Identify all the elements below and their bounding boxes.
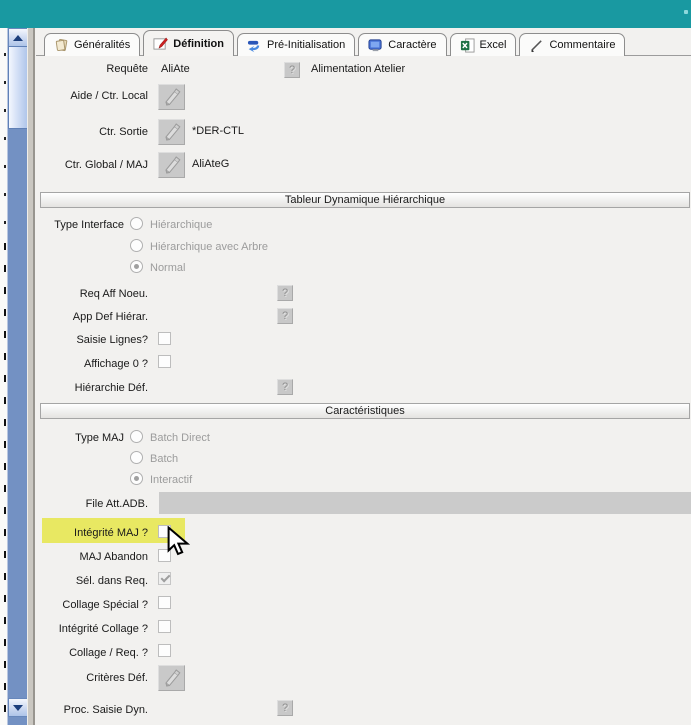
scroll-up-button[interactable] — [8, 28, 28, 47]
tab-label: Caractère — [388, 39, 436, 51]
tab-label: Pré-Initialisation — [267, 39, 345, 51]
monitor-icon — [368, 38, 383, 53]
radio-hierarchique-avec-arbre — [130, 239, 143, 252]
section-header-caracteristiques: Caractéristiques — [40, 403, 690, 419]
saisie-lignes-label: Saisie Lignes? — [8, 334, 148, 346]
scrollbar-thumb[interactable] — [8, 46, 28, 129]
pen-icon — [162, 122, 182, 142]
affichage-0-label: Affichage 0 ? — [8, 358, 148, 370]
aide-ctr-local-button[interactable] — [158, 84, 185, 110]
collage-special-label: Collage Spécial ? — [8, 599, 148, 611]
pen-icon — [162, 87, 182, 107]
pen-icon — [162, 668, 182, 688]
excel-icon — [460, 38, 475, 53]
tab-label: Commentaire — [549, 39, 615, 51]
titlebar-dot — [684, 10, 688, 14]
proc-saisie-dyn-label: Proc. Saisie Dyn. — [8, 704, 148, 716]
ctr-global-maj-value: AliAteG — [192, 158, 229, 170]
radio-normal-label: Normal — [150, 262, 185, 274]
tab-caractere[interactable]: Caractère — [358, 33, 446, 56]
ctr-global-maj-button[interactable] — [158, 152, 185, 178]
title-bar — [0, 0, 691, 28]
sel-dans-req-label: Sél. dans Req. — [8, 575, 148, 587]
tab-pre-initialisation[interactable]: Pré-Initialisation — [237, 33, 355, 56]
section-header-tableur: Tableur Dynamique Hiérarchique — [40, 192, 690, 208]
radio-batch-direct — [130, 430, 143, 443]
req-aff-noeu-label: Req Aff Noeu. — [8, 288, 148, 300]
collage-req-checkbox[interactable] — [158, 644, 171, 657]
ctr-sortie-label: Ctr. Sortie — [8, 126, 148, 138]
dashed-marks — [4, 243, 6, 725]
file-att-adb-label: File Att.ADB. — [8, 498, 148, 510]
tab-label: Généralités — [74, 39, 130, 51]
radio-hierarchique-avec-arbre-label: Hiérarchique avec Arbre — [150, 241, 268, 253]
radio-interactif — [130, 472, 143, 485]
ctr-global-maj-label: Ctr. Global / MAJ — [8, 159, 148, 171]
tab-bar: Généralités Définition Pré-Initialisatio… — [44, 30, 628, 56]
refresh-icon — [247, 38, 262, 53]
type-interface-label: Type Interface — [0, 219, 124, 231]
radio-normal — [130, 260, 143, 273]
maj-abandon-label: MAJ Abandon — [8, 551, 148, 563]
mouse-cursor-icon — [167, 526, 193, 560]
radio-batch-direct-label: Batch Direct — [150, 432, 210, 444]
hierarchie-def-help-button[interactable]: ? — [277, 379, 293, 395]
collage-special-checkbox[interactable] — [158, 596, 171, 609]
integrite-maj-label: Intégrité MAJ ? — [8, 527, 148, 539]
ctr-sortie-button[interactable] — [158, 119, 185, 145]
tab-generalites[interactable]: Généralités — [44, 33, 140, 56]
tab-label: Excel — [480, 39, 507, 51]
tab-label: Définition — [173, 38, 224, 50]
requete-description: Alimentation Atelier — [311, 63, 405, 75]
ctr-sortie-value: *DER-CTL — [192, 125, 244, 137]
radio-hierarchique — [130, 217, 143, 230]
dashed-marks — [4, 53, 6, 243]
saisie-lignes-checkbox[interactable] — [158, 332, 171, 345]
pen-icon — [162, 155, 182, 175]
pencil-icon — [529, 38, 544, 53]
radio-batch — [130, 451, 143, 464]
criteres-def-button[interactable] — [158, 665, 185, 691]
app-def-hierar-help-button[interactable]: ? — [277, 308, 293, 324]
requete-value: AliAte — [161, 63, 190, 75]
app-def-hierar-label: App Def Hiérar. — [8, 311, 148, 323]
arrow-up-icon — [13, 35, 23, 41]
edit-icon — [153, 36, 168, 51]
criteres-def-label: Critères Déf. — [8, 672, 148, 684]
affichage-0-checkbox[interactable] — [158, 355, 171, 368]
tab-definition[interactable]: Définition — [143, 30, 234, 56]
hierarchie-def-label: Hiérarchie Déf. — [8, 382, 148, 394]
radio-hierarchique-label: Hiérarchique — [150, 219, 212, 231]
proc-saisie-dyn-help-button[interactable]: ? — [277, 700, 293, 716]
sel-dans-req-checkbox — [158, 572, 171, 585]
radio-interactif-label: Interactif — [150, 474, 192, 486]
tab-excel[interactable]: Excel — [450, 33, 517, 56]
requete-label: Requête — [8, 63, 148, 75]
type-maj-label: Type MAJ — [0, 432, 124, 444]
collage-req-label: Collage / Req. ? — [8, 647, 148, 659]
aide-ctr-local-label: Aide / Ctr. Local — [8, 90, 148, 102]
integrite-collage-checkbox[interactable] — [158, 620, 171, 633]
requete-help-button[interactable]: ? — [284, 62, 300, 78]
file-att-adb-field — [159, 492, 691, 514]
integrite-collage-label: Intégrité Collage ? — [8, 623, 148, 635]
radio-batch-label: Batch — [150, 453, 178, 465]
tab-commentaire[interactable]: Commentaire — [519, 33, 625, 56]
req-aff-noeu-help-button[interactable]: ? — [277, 285, 293, 301]
notes-icon — [54, 38, 69, 53]
